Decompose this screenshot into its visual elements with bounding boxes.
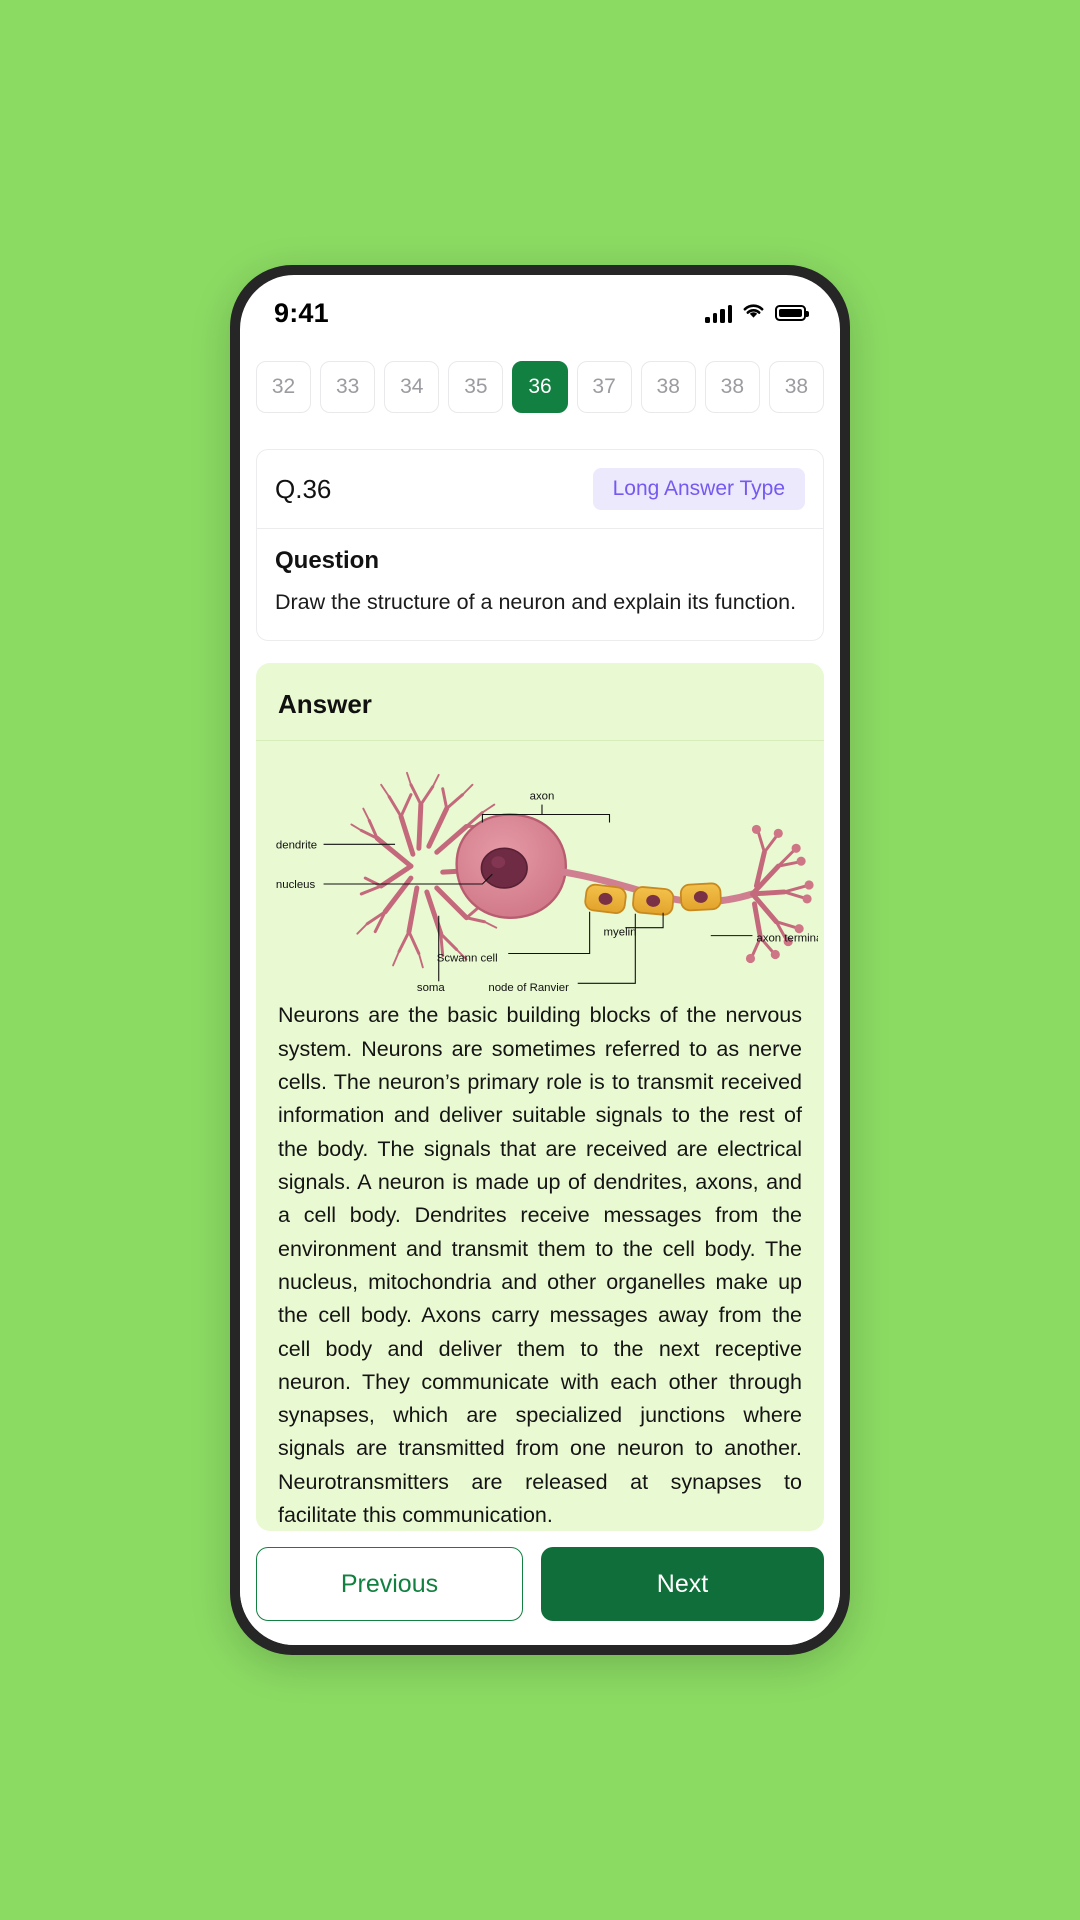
question-section-label: Question	[275, 547, 380, 574]
question-text: Draw the structure of a neuron and expla…	[275, 590, 797, 614]
diagram-label-axon: axon	[530, 791, 555, 803]
question-number-strip: 32 33 34 35 36 37 38 38 38	[240, 337, 840, 413]
answer-card: Answer dendrite nucleus axon Scwann cell…	[256, 663, 824, 1531]
question-card-header: Q.36 Long Answer Type	[257, 450, 823, 529]
question-number-38-c[interactable]: 38	[768, 361, 824, 413]
previous-button[interactable]: Previous	[256, 1547, 523, 1621]
question-card-body: Question Draw the structure of a neuron …	[257, 529, 823, 640]
wifi-icon	[741, 301, 766, 325]
question-type-badge: Long Answer Type	[592, 468, 805, 510]
question-card: Q.36 Long Answer Type Question Draw the …	[256, 449, 824, 642]
status-bar-time: 9:41	[274, 297, 329, 328]
diagram-label-axon-terminal: axon terminal	[756, 933, 818, 945]
diagram-label-schwann-cell: Scwann cell	[437, 953, 498, 965]
answer-text: Neurons are the basic building blocks of…	[278, 1003, 802, 1528]
next-button[interactable]: Next	[540, 1547, 824, 1621]
diagram-label-node-of-ranvier: node of Ranvier	[488, 982, 569, 994]
question-number-37[interactable]: 37	[576, 361, 632, 413]
cellular-signal-icon	[705, 304, 732, 323]
diagram-label-dendrite: dendrite	[276, 839, 317, 851]
neuron-structure-diagram: dendrite nucleus axon Scwann cell myelin	[256, 741, 824, 995]
question-number-33[interactable]: 33	[320, 361, 376, 413]
question-number-38-a[interactable]: 38	[640, 361, 696, 413]
question-number-38-b[interactable]: 38	[704, 361, 760, 413]
phone-screen: 9:41 32 33 34 35 36 37 38 38 38 Q.36 Lon…	[240, 275, 840, 1645]
bottom-navigation: Previous Next	[240, 1531, 840, 1645]
status-bar: 9:41	[240, 275, 840, 337]
question-number-34[interactable]: 34	[384, 361, 440, 413]
answer-title: Answer	[278, 689, 372, 720]
question-number-label: Q.36	[275, 473, 332, 504]
question-number-35[interactable]: 35	[448, 361, 504, 413]
question-number-36[interactable]: 36	[512, 361, 568, 413]
diagram-label-nucleus: nucleus	[276, 879, 316, 891]
answer-card-header: Answer	[256, 663, 824, 742]
diagram-label-myelin: myelin	[604, 927, 637, 939]
status-bar-icons	[705, 301, 809, 325]
battery-icon	[775, 305, 809, 321]
diagram-label-soma: soma	[417, 982, 446, 994]
question-number-32[interactable]: 32	[256, 361, 312, 413]
phone-frame: 9:41 32 33 34 35 36 37 38 38 38 Q.36 Lon…	[230, 265, 850, 1655]
